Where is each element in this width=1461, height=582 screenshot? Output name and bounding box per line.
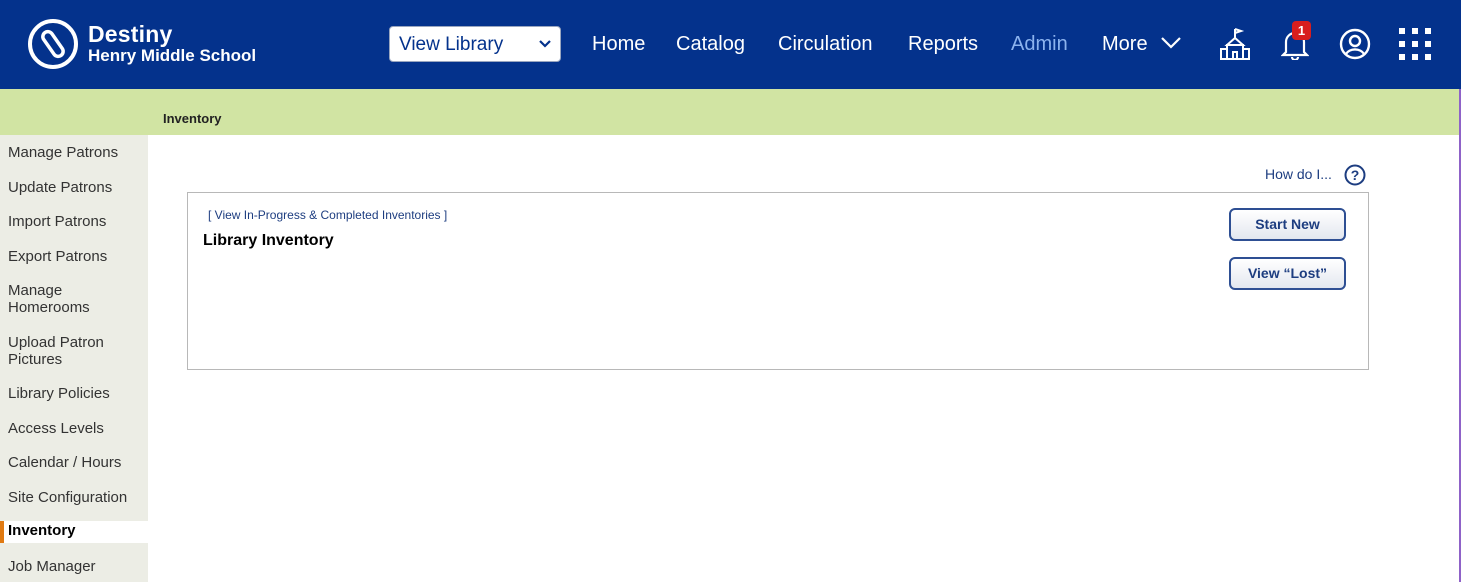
panel-title: Library Inventory: [203, 232, 334, 249]
help-icon[interactable]: ?: [1344, 164, 1366, 186]
notification-badge: 1: [1292, 21, 1311, 40]
nav-home[interactable]: Home: [592, 33, 645, 56]
sidebar-item-update-patrons[interactable]: Update Patrons: [0, 179, 148, 196]
nav-admin[interactable]: Admin: [1011, 33, 1068, 56]
sidebar-item-manage-patrons[interactable]: Manage Patrons: [0, 144, 148, 161]
bracket-close: ]: [440, 208, 448, 222]
apps-grid-icon[interactable]: [1399, 28, 1431, 60]
sidebar-item-job-manager[interactable]: Job Manager: [0, 558, 148, 575]
how-do-i-link[interactable]: How do I...: [1265, 166, 1332, 182]
brand: Destiny Henry Middle School: [88, 22, 256, 66]
nav-circulation[interactable]: Circulation: [778, 33, 872, 56]
sidebar-item-site-configuration[interactable]: Site Configuration: [0, 489, 148, 506]
sidebar-item-library-policies[interactable]: Library Policies: [0, 385, 148, 402]
start-new-button[interactable]: Start New: [1229, 208, 1346, 241]
top-bar: Destiny Henry Middle School View Library…: [0, 0, 1461, 89]
sidebar-item-upload-patron-pictures[interactable]: Upload Patron Pictures: [0, 334, 110, 368]
brand-subtitle: Henry Middle School: [88, 46, 257, 65]
user-icon[interactable]: [1339, 28, 1371, 60]
destiny-logo-icon[interactable]: [28, 19, 78, 69]
brand-title: Destiny: [88, 21, 173, 47]
sidebar-item-access-levels[interactable]: Access Levels: [0, 420, 148, 437]
chevron-down-icon: [539, 40, 551, 48]
sidebar-item-manage-homerooms[interactable]: Manage Homerooms: [0, 282, 110, 316]
nav-reports[interactable]: Reports: [908, 33, 978, 56]
sidebar: Manage Patrons Update Patrons Import Pat…: [0, 135, 148, 582]
chevron-down-icon[interactable]: [1160, 35, 1182, 51]
sidebar-item-import-patrons[interactable]: Import Patrons: [0, 213, 148, 230]
view-lost-button[interactable]: View “Lost”: [1229, 257, 1346, 290]
breadcrumb-bar: Inventory: [0, 89, 1461, 135]
library-select[interactable]: View Library: [389, 26, 561, 62]
view-inventories-link[interactable]: View In-Progress & Completed Inventories: [215, 208, 441, 222]
nav-more[interactable]: More: [1102, 33, 1148, 56]
sidebar-item-export-patrons[interactable]: Export Patrons: [0, 248, 148, 265]
sidebar-item-calendar-hours[interactable]: Calendar / Hours: [0, 454, 148, 471]
sidebar-item-inventory[interactable]: Inventory: [0, 521, 148, 543]
library-select-value: View Library: [399, 34, 504, 55]
view-inventories-link-wrapper: [ View In-Progress & Completed Inventori…: [208, 208, 447, 222]
bracket-open: [: [208, 208, 215, 222]
school-icon[interactable]: [1219, 27, 1251, 61]
nav-catalog[interactable]: Catalog: [676, 33, 745, 56]
breadcrumb: Inventory: [163, 111, 222, 126]
svg-text:?: ?: [1351, 167, 1360, 183]
